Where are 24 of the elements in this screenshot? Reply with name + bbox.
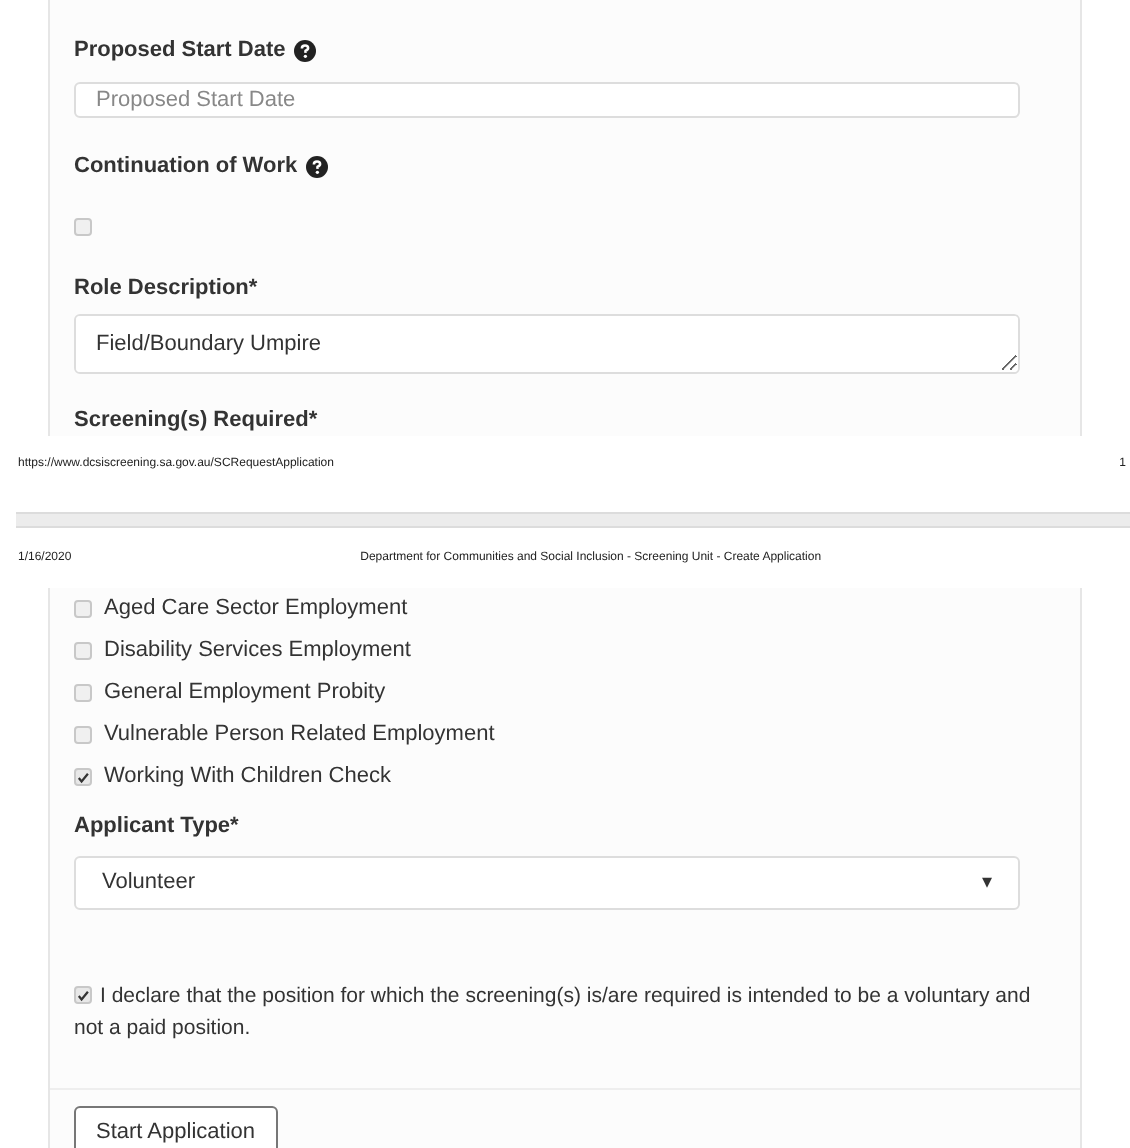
textarea-field[interactable]: Field/Boundary Umpire — [74, 314, 1020, 373]
checkbox[interactable] — [74, 642, 92, 660]
declaration-text: I declare that the position for which the screening(s) is/are required is intended to be a voluntary and not a paid position. — [74, 981, 1033, 1043]
checkbox-label: Aged Care Sector Employment — [104, 594, 408, 625]
input-field[interactable]: Proposed Start Date — [74, 81, 1020, 119]
help-icon — [305, 156, 328, 179]
field-label: Role Description* — [74, 273, 260, 304]
checkbox[interactable] — [74, 600, 92, 618]
checkbox[interactable] — [74, 768, 92, 786]
checkbox-label: Disability Services Employment — [104, 636, 411, 667]
field-label: Proposed Start Date — [74, 36, 286, 66]
field-label: Applicant Type* — [74, 812, 241, 842]
checkbox-label: Working With Children Check — [104, 762, 391, 793]
select-field[interactable]: Volunteer ▾ — [74, 855, 1020, 909]
field-label: Screening(s) Required* — [74, 405, 320, 435]
start-application-button[interactable]: Start Application — [74, 1105, 277, 1148]
checkbox-label: General Employment Probity — [104, 678, 386, 709]
field-label: Continuation of Work — [74, 152, 298, 183]
checkbox[interactable] — [74, 217, 92, 236]
checkbox[interactable] — [74, 726, 92, 744]
checkbox[interactable] — [74, 986, 92, 1005]
checkbox-label: Vulnerable Person Related Employment — [104, 720, 495, 751]
help-icon — [293, 39, 316, 62]
checkbox[interactable] — [74, 684, 92, 702]
